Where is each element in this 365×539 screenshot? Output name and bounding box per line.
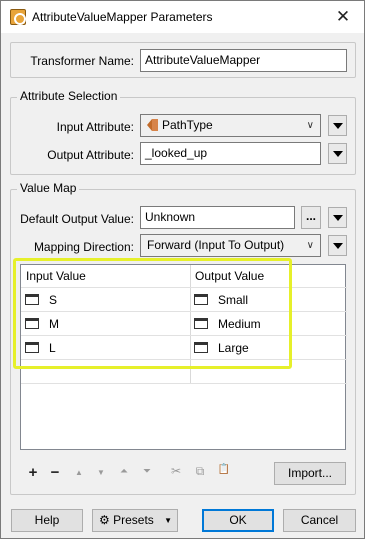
move-bottom-button[interactable]: ⏷ <box>140 466 154 477</box>
title-bar[interactable]: AttributeValueMapper Parameters ✕ <box>1 1 364 33</box>
input-attribute-label: Input Attribute: <box>56 120 134 134</box>
mapping-direction-menu-button[interactable] <box>328 235 347 256</box>
move-top-button[interactable]: ⏶ <box>117 466 131 477</box>
default-output-menu-button[interactable] <box>328 207 347 228</box>
output-attribute-menu-button[interactable] <box>328 143 347 164</box>
presets-button[interactable]: ⚙ Presets ▼ <box>92 509 178 532</box>
chevron-down-icon: ▼ <box>164 516 172 525</box>
output-attribute-input[interactable]: _looked_up <box>140 142 321 165</box>
input-attribute-menu-button[interactable] <box>328 115 347 136</box>
cut-icon[interactable]: ✂ <box>169 464 183 478</box>
chevron-down-icon: ∨ <box>306 120 314 131</box>
input-attribute-value: PathType <box>162 118 213 132</box>
paste-icon[interactable]: 📋 <box>217 464 231 475</box>
transformer-group: Transformer Name: AttributeValueMapper <box>10 42 356 78</box>
attribute-tag-icon <box>147 119 158 131</box>
ok-button[interactable]: OK <box>202 509 274 532</box>
window-title: AttributeValueMapper Parameters <box>32 10 213 24</box>
add-row-button[interactable]: + <box>26 464 40 481</box>
default-output-label: Default Output Value: <box>20 212 134 226</box>
mapping-direction-value: Forward (Input To Output) <box>147 238 285 252</box>
default-output-input[interactable]: Unknown <box>140 206 295 229</box>
app-icon <box>10 9 26 25</box>
mapping-direction-label: Mapping Direction: <box>33 240 134 254</box>
row-divider <box>21 383 347 384</box>
gear-icon: ⚙ <box>99 513 110 527</box>
dialog-window: AttributeValueMapper Parameters ✕ Transf… <box>0 0 365 539</box>
move-down-button[interactable]: ▼ <box>94 468 108 477</box>
import-button[interactable]: Import... <box>274 462 346 485</box>
chevron-down-icon: ∨ <box>306 240 314 251</box>
default-output-ellipsis-button[interactable]: ... <box>301 206 321 229</box>
output-attribute-label: Output Attribute: <box>47 148 134 162</box>
copy-icon[interactable]: ⧉ <box>193 464 207 479</box>
transformer-name-input[interactable]: AttributeValueMapper <box>140 49 347 72</box>
mapping-direction-select[interactable]: Forward (Input To Output) ∨ <box>140 234 321 257</box>
input-attribute-select[interactable]: PathType ∨ <box>140 114 321 137</box>
highlight-box <box>13 258 292 369</box>
attribute-selection-title: Attribute Selection <box>17 89 121 103</box>
close-button[interactable]: ✕ <box>322 1 364 33</box>
value-map-title: Value Map <box>17 181 80 195</box>
presets-label: Presets <box>113 513 154 527</box>
move-up-button[interactable]: ▲ <box>72 468 86 477</box>
attribute-selection-group: Attribute Selection Input Attribute: Pat… <box>10 89 356 175</box>
transformer-name-label: Transformer Name: <box>30 54 134 68</box>
help-button[interactable]: Help <box>11 509 83 532</box>
remove-row-button[interactable]: − <box>48 464 62 481</box>
cancel-button[interactable]: Cancel <box>283 509 356 532</box>
